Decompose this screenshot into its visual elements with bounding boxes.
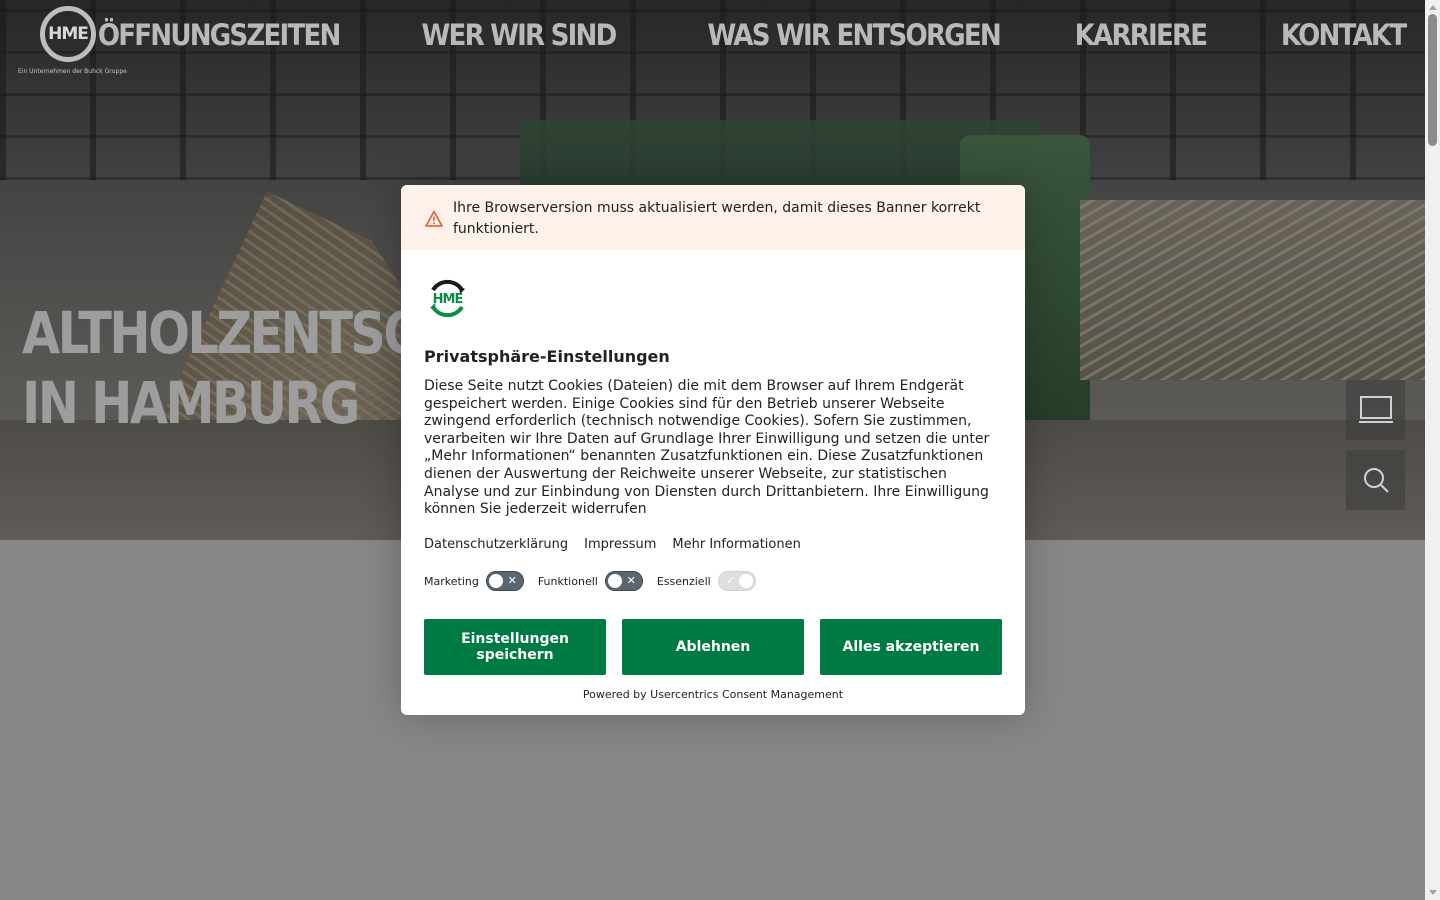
browser-warning-banner: Ihre Browserversion muss aktualisiert we… [401,185,1025,250]
nav-item-kontakt[interactable]: KONTAKT [1281,18,1407,52]
nav-item-karriere[interactable]: KARRIERE [1075,18,1208,52]
nav-item-wer-wir-sind[interactable]: WER WIR SIND [421,18,617,52]
toggle-knob [738,574,753,588]
check-icon: ✓ [725,574,735,587]
warning-icon [425,210,443,227]
scrollbar-thumb[interactable] [1428,14,1437,146]
consent-buttons: Einstellungen speichern Ablehnen Alles a… [424,619,1002,675]
search-icon [1363,468,1389,493]
search-button[interactable] [1346,450,1405,510]
page-scrollbar[interactable] [1425,0,1440,900]
functional-toggle[interactable]: ✕ [604,571,643,591]
essential-toggle-label: Essenziell [656,574,711,588]
nav-item-oeffnungszeiten[interactable]: ÖFFNUNGSZEITEN [98,18,341,52]
browser-warning-text: Ihre Browserversion muss aktualisiert we… [453,200,981,237]
close-icon: ✕ [507,574,517,587]
more-info-link[interactable]: Mehr Informationen [672,537,800,552]
powered-by-link[interactable]: Powered by Usercentrics Consent Manageme… [401,688,1025,701]
accept-all-button[interactable]: Alles akzeptieren [820,619,1002,675]
scroll-up-arrow-icon[interactable] [1429,5,1437,10]
consent-logo-text: HME [433,292,463,307]
deny-button[interactable]: Ablehnen [622,619,804,675]
functional-toggle-label: Funktionell [537,574,598,588]
scroll-down-arrow-icon[interactable] [1429,890,1437,895]
consent-description: Diese Seite nutzt Cookies (Dateien) die … [424,378,990,518]
imprint-link[interactable]: Impressum [584,537,656,552]
privacy-policy-link[interactable]: Datenschutzerklärung [424,537,568,552]
consent-logo: HME [430,279,465,318]
consent-links: Datenschutzerklärung Impressum Mehr Info… [424,537,801,552]
main-nav: ÖFFNUNGSZEITEN WER WIR SIND WAS WIR ENTS… [71,18,1407,52]
nav-item-was-wir-entsorgen[interactable]: WAS WIR ENTSORGEN [708,18,1002,52]
monitor-button[interactable] [1346,380,1405,440]
marketing-toggle[interactable]: ✕ [485,571,524,591]
toggle-knob [488,574,503,588]
consent-dialog: Ihre Browserversion muss aktualisiert we… [401,185,1025,715]
close-icon: ✕ [626,574,636,587]
consent-toggles: Marketing ✕ Funktionell ✕ Essenziell ✓ [424,571,770,591]
consent-title: Privatsphäre-Einstellungen [424,347,670,366]
toggle-knob [607,574,622,588]
logo-tagline: Ein Unternehmen der Buhck Gruppe [18,68,127,75]
save-settings-button[interactable]: Einstellungen speichern [424,619,606,675]
marketing-toggle-label: Marketing [424,574,479,588]
monitor-icon [1358,396,1393,423]
essential-toggle: ✓ [717,571,756,591]
